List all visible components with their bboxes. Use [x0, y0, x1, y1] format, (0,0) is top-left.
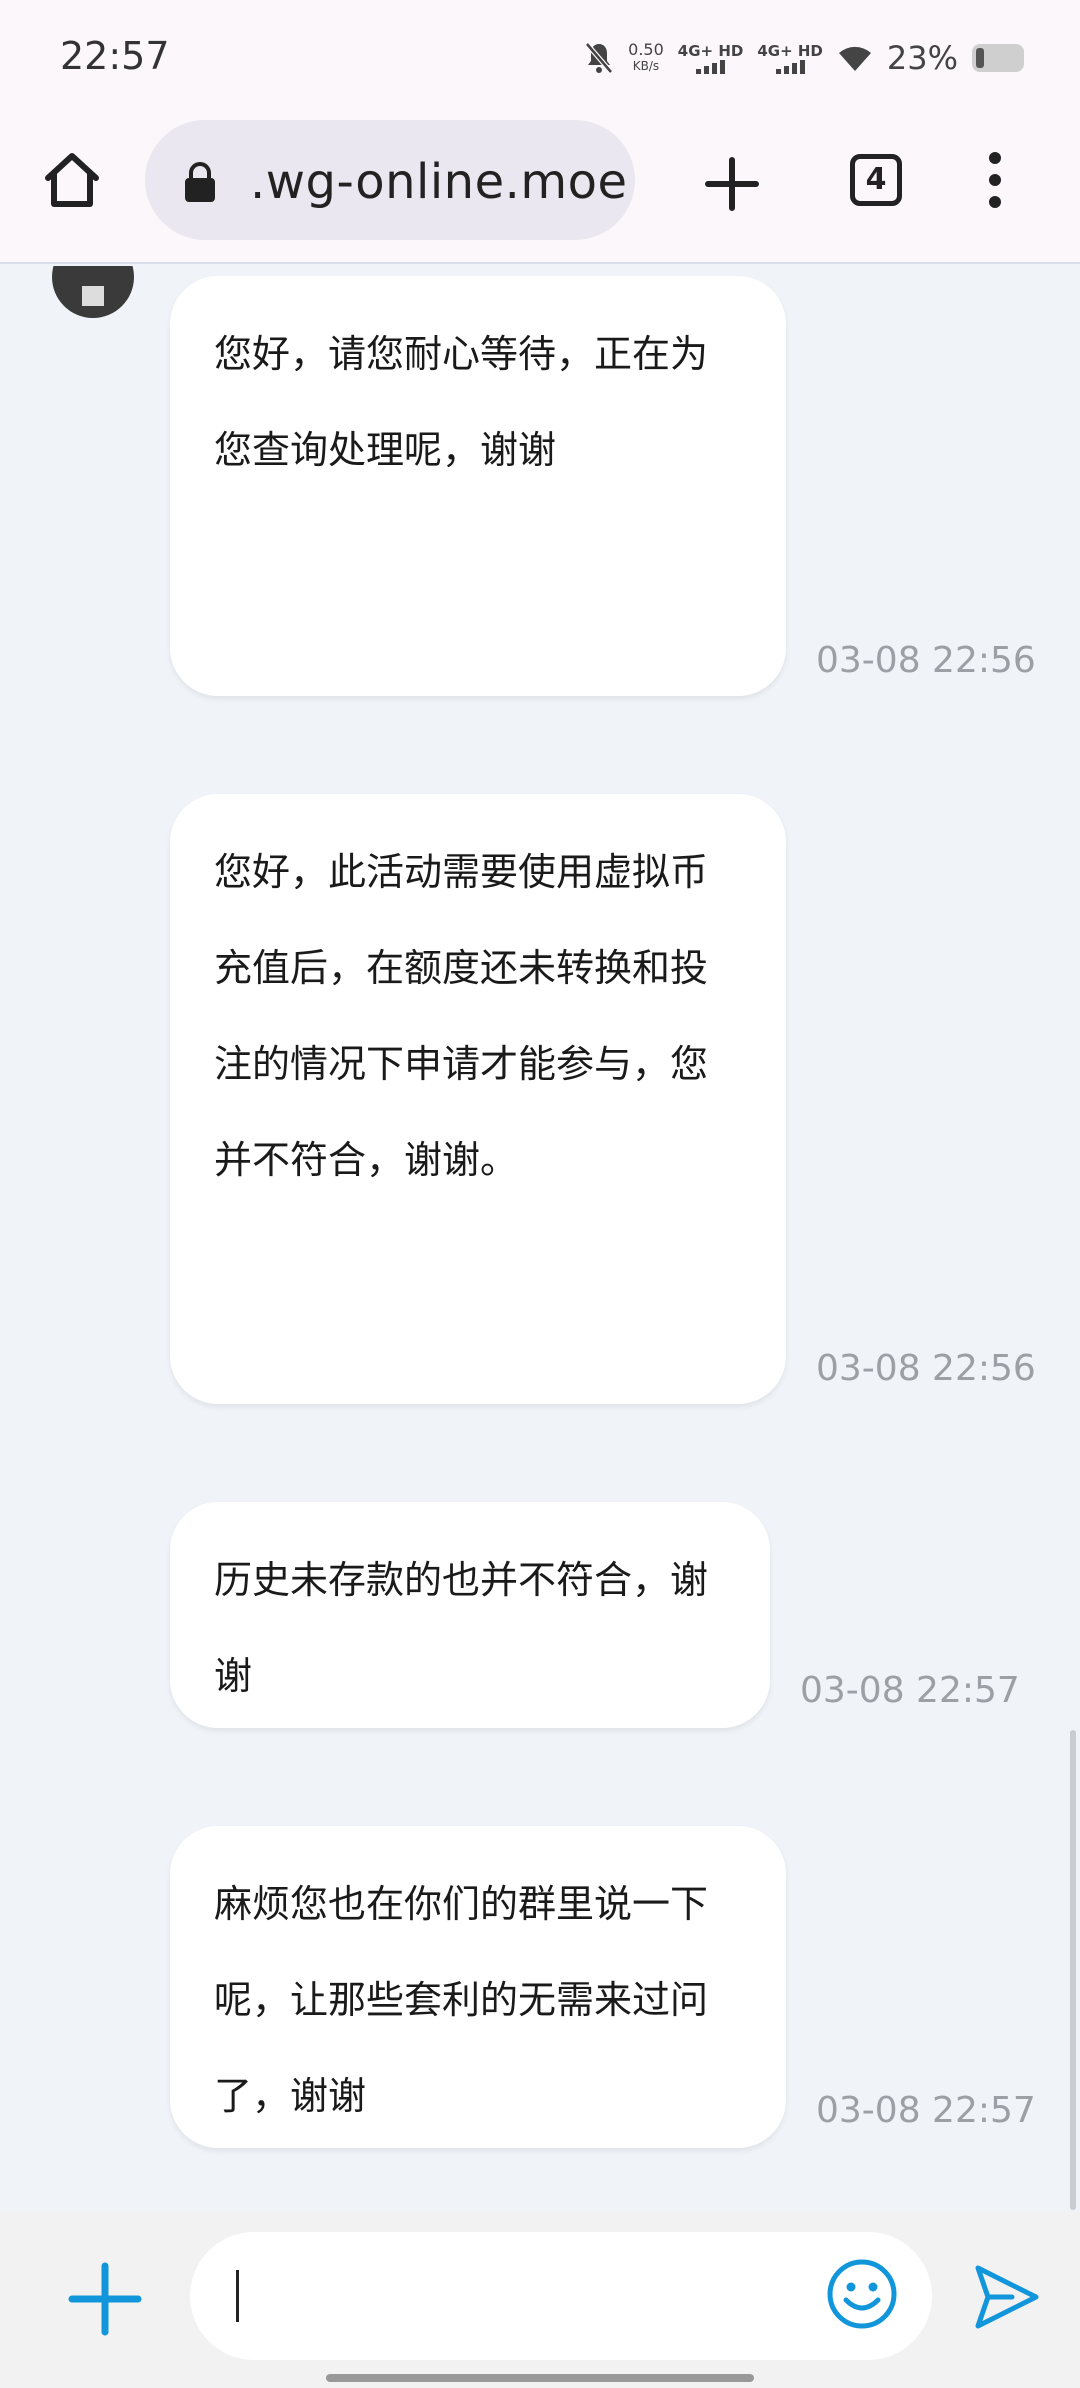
send-icon[interactable] — [972, 2262, 1042, 2332]
text-caret — [236, 2270, 239, 2322]
message-line: 并不符合，谢谢。 — [214, 1138, 519, 1182]
message-line: 注的情况下申请才能参与，您 — [214, 1042, 709, 1086]
tab-count: 4 — [865, 162, 887, 197]
composer-bar — [0, 2212, 1080, 2388]
browser-toolbar: .wg-online.moe 4 — [0, 112, 1080, 264]
chat-area[interactable]: 您好，请您耐心等待，正在为 您查询处理呢，谢谢 03-08 22:56 您好，此… — [0, 266, 1080, 2212]
message-bubble: 麻烦您也在你们的群里说一下 呢，让那些套利的无需来过问 了，谢谢 — [170, 1826, 786, 2148]
battery-percent: 23% — [886, 39, 958, 77]
message-bubble: 您好，请您耐心等待，正在为 您查询处理呢，谢谢 — [170, 276, 786, 696]
address-bar[interactable]: .wg-online.moe — [145, 120, 635, 240]
message-input[interactable] — [190, 2232, 932, 2360]
message-line: 了，谢谢 — [214, 2074, 367, 2118]
message-line: 您查询处理呢，谢谢 — [214, 428, 557, 472]
message-line: 谢 — [214, 1654, 253, 1698]
url-text[interactable]: .wg-online.moe — [250, 154, 628, 210]
message-bubble: 历史未存款的也并不符合，谢 谢 — [170, 1502, 770, 1728]
tabs-icon[interactable]: 4 — [850, 154, 902, 206]
wifi-icon — [838, 46, 871, 71]
net-speed-value: 0.50 — [628, 40, 664, 59]
message-time: 03-08 22:57 — [800, 1670, 1020, 1711]
message-time: 03-08 22:56 — [816, 640, 1036, 681]
message-line: 您好，请您耐心等待，正在为 — [214, 332, 709, 376]
add-icon[interactable] — [68, 2262, 142, 2336]
home-icon[interactable] — [40, 148, 104, 212]
mute-icon — [585, 42, 614, 74]
new-tab-icon[interactable] — [700, 152, 764, 216]
scrollbar[interactable] — [1070, 1730, 1076, 2210]
avatar — [52, 266, 134, 318]
home-indicator[interactable] — [326, 2374, 754, 2382]
message-line: 呢，让那些套利的无需来过问 — [214, 1978, 709, 2022]
message-line: 麻烦您也在你们的群里说一下 — [214, 1882, 709, 1926]
message-line: 充值后，在额度还未转换和投 — [214, 946, 709, 990]
emoji-icon[interactable] — [826, 2258, 898, 2330]
message-time: 03-08 22:56 — [816, 1348, 1036, 1389]
sim1-label: 4G+ HD — [677, 42, 744, 60]
net-speed-unit: KB/s — [632, 59, 660, 73]
sim2-label: 4G+ HD — [757, 42, 823, 60]
signal-icon: 4G+ HD — [677, 42, 744, 74]
battery-icon — [972, 44, 1024, 72]
message-time: 03-08 22:57 — [816, 2090, 1036, 2131]
status-indicators: 0.50 KB/s 4G+ HD 4G+ HD 23% — [584, 36, 1024, 80]
message-line: 您好，此活动需要使用虚拟币 — [214, 850, 709, 894]
more-menu-icon[interactable] — [980, 152, 1010, 216]
message-line: 历史未存款的也并不符合，谢 — [214, 1558, 709, 1602]
message-bubble: 您好，此活动需要使用虚拟币 充值后，在额度还未转换和投 注的情况下申请才能参与，… — [170, 794, 786, 1404]
signal-icon: 4G+ HD — [757, 42, 823, 74]
status-time: 22:57 — [60, 34, 170, 78]
status-bar: 22:57 0.50 KB/s 4G+ HD 4G+ HD 23% — [0, 0, 1080, 112]
lock-icon — [185, 162, 215, 202]
net-speed: 0.50 KB/s — [628, 42, 664, 74]
